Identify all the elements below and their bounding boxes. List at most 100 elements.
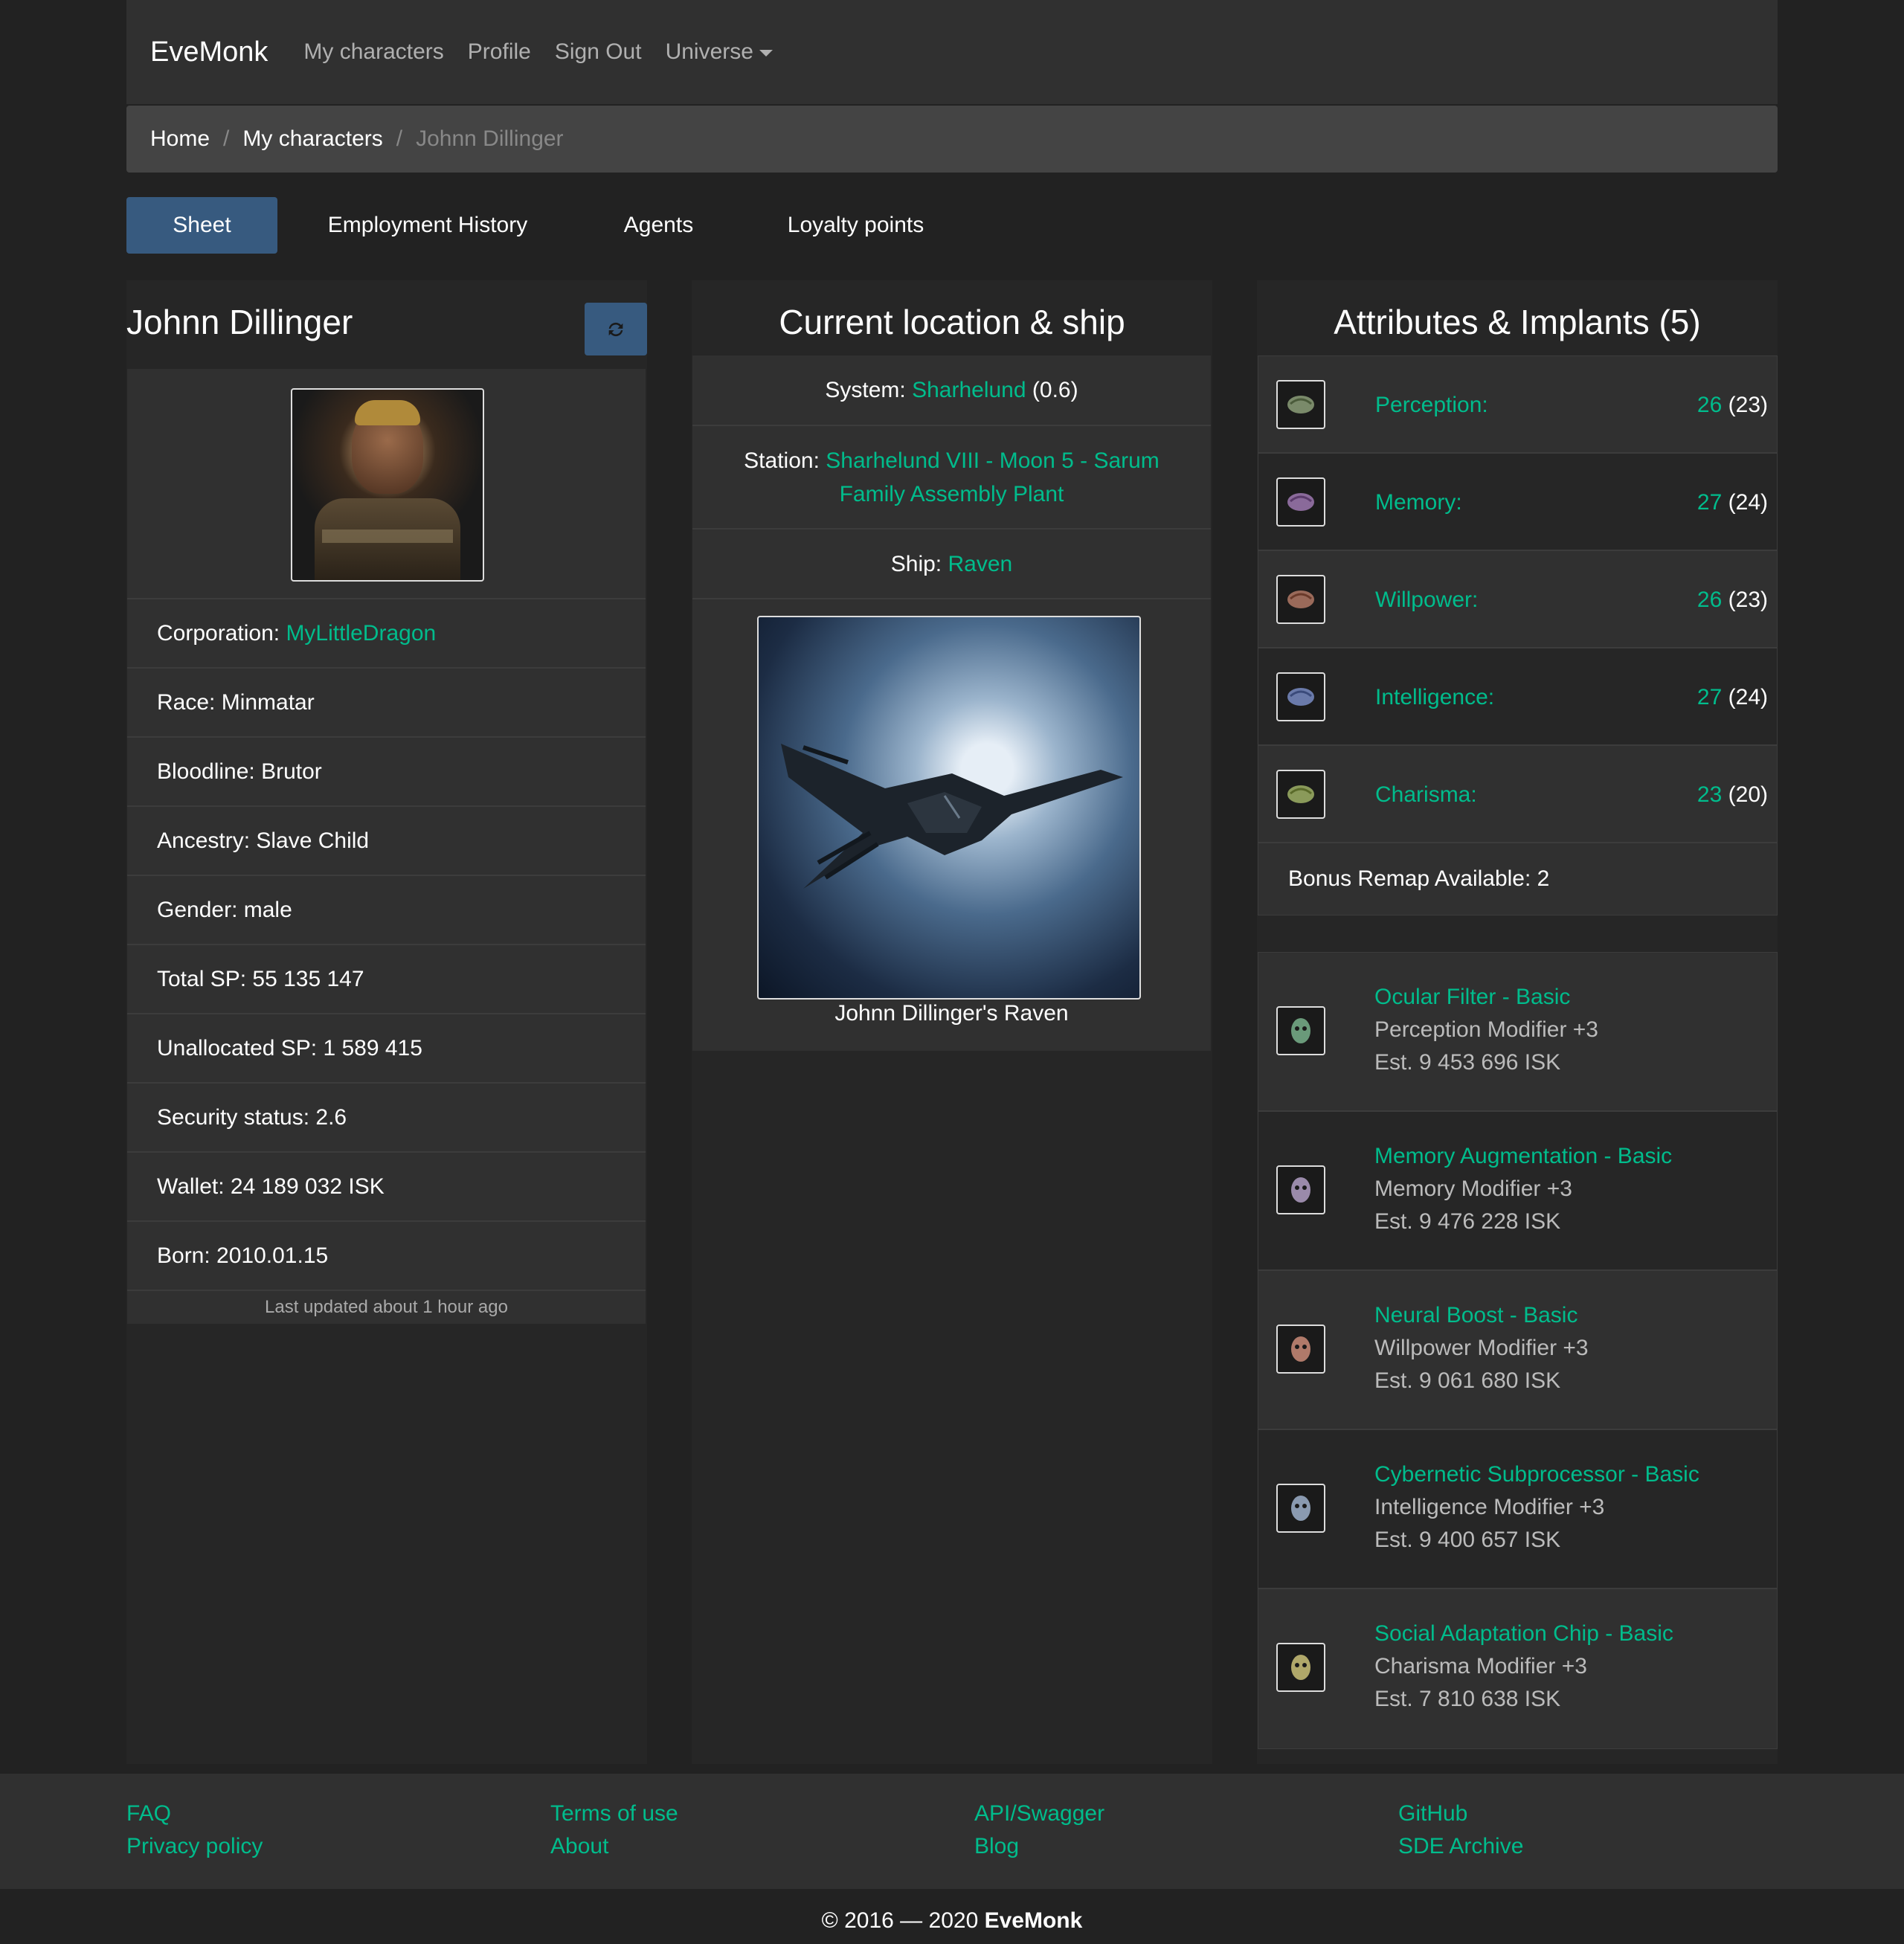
system-label: System: <box>825 378 906 402</box>
caret-down-icon <box>759 49 773 57</box>
implant-name[interactable]: Neural Boost - Basic <box>1374 1299 1589 1332</box>
neural-boost-icon <box>1276 1325 1325 1374</box>
implant-details: Neural Boost - Basic Willpower Modifier … <box>1374 1299 1589 1397</box>
attribute-base: (24) <box>1728 489 1768 515</box>
system-row: System: Sharhelund (0.6) <box>692 355 1211 426</box>
attribute-current: 26 <box>1696 587 1723 612</box>
attribute-value: 27 (24) <box>1697 454 1768 551</box>
implant-row: Neural Boost - Basic Willpower Modifier … <box>1258 1271 1777 1430</box>
cybernetic-subprocessor-icon <box>1276 1484 1325 1533</box>
station-row: Station: Sharhelund VIII - Moon 5 - Saru… <box>692 426 1211 530</box>
location-title: Current location & ship <box>779 303 1125 341</box>
nav-profile[interactable]: Profile <box>468 39 531 65</box>
implant-row: Social Adaptation Chip - Basic Charisma … <box>1258 1589 1777 1748</box>
footer-link-sde-archive[interactable]: SDE Archive <box>1398 1830 1523 1863</box>
portrait-row <box>127 369 646 599</box>
corporation-link[interactable]: MyLittleDragon <box>286 621 436 646</box>
implant-modifier: Intelligence Modifier +3 <box>1374 1495 1605 1519</box>
character-portrait <box>291 388 484 582</box>
last-updated-text: Last updated about 1 hour ago <box>265 1297 508 1317</box>
implant-row: Cybernetic Subprocessor - Basic Intellig… <box>1258 1430 1777 1589</box>
attribute-current: 23 <box>1696 782 1723 807</box>
station-label: Station: <box>744 448 820 473</box>
implant-modifier: Charisma Modifier +3 <box>1374 1654 1587 1679</box>
implant-details: Cybernetic Subprocessor - Basic Intellig… <box>1374 1458 1699 1557</box>
nav-my-characters[interactable]: My characters <box>303 39 443 65</box>
attribute-name[interactable]: Memory: <box>1375 454 1462 551</box>
footer-link-about[interactable]: About <box>550 1830 678 1863</box>
navbar: EveMonk My characters Profile Sign Out U… <box>126 0 1778 104</box>
attribute-row-willpower: Willpower: 26 (23) <box>1258 551 1777 648</box>
ship-row: Ship: Raven <box>692 530 1211 599</box>
wallet-row: Wallet: 24 189 032 ISK <box>127 1153 646 1222</box>
implant-details: Memory Augmentation - Basic Memory Modif… <box>1374 1140 1672 1238</box>
attribute-name[interactable]: Perception: <box>1375 356 1488 454</box>
bloodline-row: Bloodline: Brutor <box>127 738 646 807</box>
implant-price: Est. 9 400 657 ISK <box>1374 1528 1561 1552</box>
attribute-name[interactable]: Willpower: <box>1375 551 1478 648</box>
station-link-cont[interactable]: Family Assembly Plant <box>840 482 1064 506</box>
breadcrumb-current: Johnn Dillinger <box>416 126 564 151</box>
corporation-label: Corporation: <box>157 620 280 646</box>
nav-universe-label: Universe <box>665 39 753 64</box>
footer-column: GitHub SDE Archive <box>1398 1797 1523 1863</box>
memory-icon <box>1276 477 1325 527</box>
implant-details: Social Adaptation Chip - Basic Charisma … <box>1374 1618 1673 1716</box>
footer: FAQ Privacy policy Terms of use About AP… <box>0 1774 1904 1889</box>
attribute-row-intelligence: Intelligence: 27 (24) <box>1258 648 1777 746</box>
implant-modifier: Willpower Modifier +3 <box>1374 1336 1589 1360</box>
implant-name[interactable]: Social Adaptation Chip - Basic <box>1374 1618 1673 1650</box>
system-link[interactable]: Sharhelund <box>912 373 1026 407</box>
breadcrumb-home[interactable]: Home <box>150 126 210 152</box>
attribute-current: 27 <box>1696 684 1723 709</box>
bonus-remap-text: Bonus Remap Available: 2 <box>1288 866 1550 891</box>
copyright-years: © 2016 — 2020 <box>821 1908 979 1933</box>
copyright: © 2016 — 2020 EveMonk <box>0 1908 1904 1934</box>
footer-link-github[interactable]: GitHub <box>1398 1797 1523 1830</box>
breadcrumb-my-characters[interactable]: My characters <box>242 126 382 152</box>
footer-link-api[interactable]: API/Swagger <box>974 1797 1104 1830</box>
system-security: (0.6) <box>1032 378 1078 402</box>
attribute-value: 23 (20) <box>1697 746 1768 843</box>
gender-row: Gender: male <box>127 876 646 945</box>
born-row: Born: 2010.01.15 <box>127 1222 646 1291</box>
footer-link-blog[interactable]: Blog <box>974 1830 1104 1863</box>
footer-link-privacy[interactable]: Privacy policy <box>126 1830 263 1863</box>
attribute-value: 26 (23) <box>1697 356 1768 454</box>
raven-ship-graphic <box>781 744 1123 889</box>
attributes-panel: Perception: 26 (23) Memory: 27 (24) Will… <box>1258 355 1778 915</box>
attribute-name[interactable]: Intelligence: <box>1375 648 1494 746</box>
attributes-title: Attributes & Implants (5) <box>1334 303 1701 341</box>
attribute-name[interactable]: Charisma: <box>1375 746 1477 843</box>
total-sp-row: Total SP: 55 135 147 <box>127 945 646 1014</box>
attribute-base: (23) <box>1728 587 1768 612</box>
implant-name[interactable]: Cybernetic Subprocessor - Basic <box>1374 1458 1699 1491</box>
tab-loyalty-points[interactable]: Loyalty points <box>739 197 972 254</box>
brand-logo[interactable]: EveMonk <box>150 36 268 68</box>
implants-panel: Ocular Filter - Basic Perception Modifie… <box>1258 952 1778 1749</box>
tab-bar: Sheet Employment History Agents Loyalty … <box>126 197 1778 254</box>
attribute-base: (23) <box>1728 392 1768 417</box>
intelligence-icon <box>1276 672 1325 721</box>
ship-image <box>757 616 1141 1000</box>
refresh-icon <box>608 322 623 336</box>
nav-universe-dropdown[interactable]: Universe <box>666 39 773 65</box>
tab-employment-history[interactable]: Employment History <box>277 197 578 254</box>
implant-price: Est. 9 476 228 ISK <box>1374 1209 1561 1234</box>
footer-link-terms[interactable]: Terms of use <box>550 1797 678 1830</box>
attribute-current: 27 <box>1696 489 1723 515</box>
portrait-stripe <box>322 530 453 543</box>
tab-sheet[interactable]: Sheet <box>126 197 277 254</box>
charisma-icon <box>1276 770 1325 819</box>
attribute-value: 27 (24) <box>1697 648 1768 746</box>
implant-price: Est. 7 810 638 ISK <box>1374 1687 1561 1711</box>
ship-link[interactable]: Raven <box>948 547 1013 581</box>
nav-sign-out[interactable]: Sign Out <box>555 39 642 65</box>
implant-name[interactable]: Ocular Filter - Basic <box>1374 981 1598 1014</box>
attribute-row-memory: Memory: 27 (24) <box>1258 454 1777 551</box>
footer-link-faq[interactable]: FAQ <box>126 1797 263 1830</box>
station-link[interactable]: Sharhelund VIII - Moon 5 - Sarum <box>826 448 1160 473</box>
implant-name[interactable]: Memory Augmentation - Basic <box>1374 1140 1672 1173</box>
refresh-button[interactable] <box>585 303 647 355</box>
tab-agents[interactable]: Agents <box>578 197 739 254</box>
